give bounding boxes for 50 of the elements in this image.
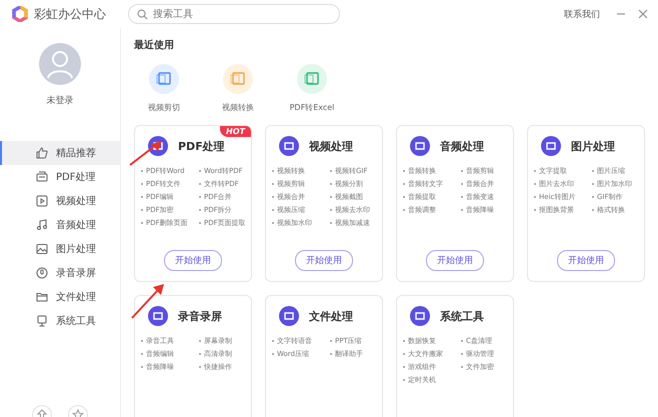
play-icon — [36, 195, 48, 207]
category-icon — [148, 306, 168, 326]
sidebar-item[interactable]: 系统工具 — [0, 309, 120, 333]
annotation-arrow — [129, 140, 163, 166]
logo-icon — [12, 6, 28, 22]
app-title: 彩虹办公中心 — [34, 6, 106, 22]
hot-badge: HOT — [220, 126, 251, 137]
sidebar-item[interactable]: 音频处理 — [0, 213, 120, 237]
sidebar-item[interactable]: PDF处理 — [0, 165, 120, 189]
tool-label[interactable]: 视频剪切 — [148, 102, 180, 113]
category-icon — [410, 306, 430, 326]
document-icon — [36, 171, 48, 183]
tool-icon[interactable] — [149, 64, 179, 94]
image-icon — [36, 243, 48, 255]
card-title: 图片处理 — [571, 138, 615, 154]
sidebar-item[interactable]: 图片处理 — [0, 237, 120, 261]
tool-label[interactable]: 视频转换 — [222, 102, 254, 113]
start-button[interactable]: 开始使用 — [295, 250, 353, 271]
category-icon — [279, 136, 299, 156]
start-button[interactable]: 开始使用 — [557, 250, 615, 271]
folder-icon — [36, 291, 48, 303]
card-title: 录音录屏 — [178, 308, 222, 324]
sidebar-item[interactable]: 文件处理 — [0, 285, 120, 309]
tool-label[interactable]: PDF转Excel — [290, 102, 334, 113]
card-title: 系统工具 — [440, 308, 484, 324]
category-icon — [279, 306, 299, 326]
card-title: PDF处理 — [178, 138, 225, 154]
search-icon — [137, 9, 148, 20]
contact-link[interactable]: 联系我们 — [564, 8, 600, 20]
annotation-arrow — [131, 283, 165, 319]
start-button[interactable]: 开始使用 — [426, 250, 484, 271]
section-title: 最近使用 — [134, 38, 175, 52]
avatar[interactable] — [38, 42, 82, 86]
tool-icon[interactable] — [223, 64, 253, 94]
start-button[interactable]: 开始使用 — [164, 250, 222, 271]
music-note-icon — [36, 219, 48, 231]
tool-icon[interactable] — [297, 64, 327, 94]
thumbs-up-icon — [36, 147, 48, 159]
close-icon[interactable] — [638, 9, 648, 19]
category-icon — [541, 136, 561, 156]
sidebar-item[interactable]: 视频处理 — [0, 189, 120, 213]
user-name: 未登录 — [46, 94, 74, 107]
sidebar-item[interactable]: 录音录屏 — [0, 261, 120, 285]
card-title: 音频处理 — [440, 138, 484, 154]
category-icon — [410, 136, 430, 156]
card-title: 视频处理 — [309, 138, 353, 154]
monitor-icon — [36, 315, 48, 327]
card-title: 文件处理 — [309, 308, 353, 324]
sidebar-item[interactable]: 精品推荐 — [0, 141, 120, 165]
search-field[interactable]: 搜索工具 — [128, 4, 340, 24]
